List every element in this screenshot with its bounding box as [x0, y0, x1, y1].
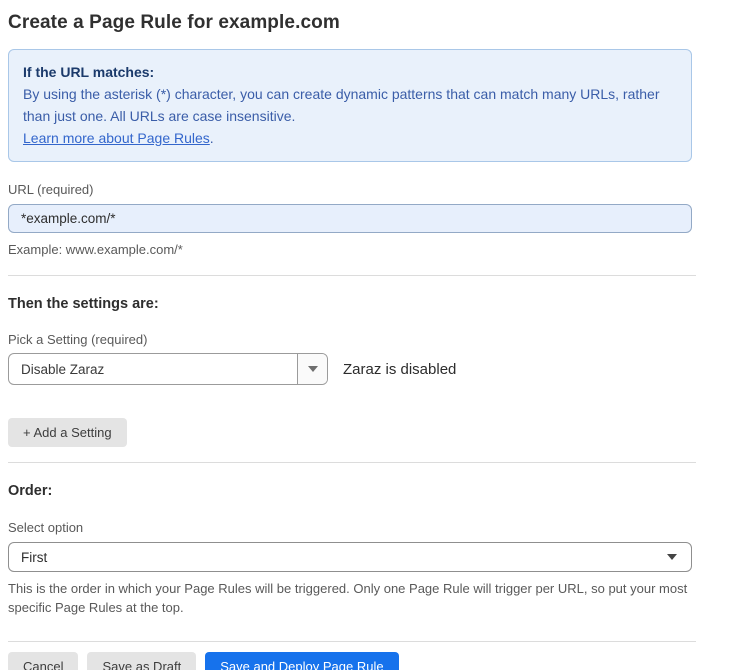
save-and-deploy-button[interactable]: Save and Deploy Page Rule [205, 652, 398, 670]
order-select-value: First [21, 550, 47, 565]
settings-section-heading: Then the settings are: [8, 296, 692, 312]
order-select-label: Select option [8, 520, 692, 535]
info-box-body: By using the asterisk (*) character, you… [23, 83, 673, 127]
setting-select-arrow-button[interactable] [297, 354, 327, 384]
url-input[interactable] [8, 204, 692, 233]
url-match-info-box: If the URL matches: By using the asteris… [8, 49, 692, 162]
setting-select-value: Disable Zaraz [9, 354, 297, 384]
chevron-down-icon [308, 366, 318, 372]
info-box-heading: If the URL matches: [23, 61, 677, 83]
divider [8, 275, 696, 276]
setting-select-dropdown[interactable]: Disable Zaraz [8, 353, 328, 385]
order-helper-text: This is the order in which your Page Rul… [8, 579, 692, 617]
order-section-heading: Order: [8, 483, 692, 499]
setting-row: Disable Zaraz Zaraz is disabled [8, 353, 692, 385]
cancel-button[interactable]: Cancel [8, 652, 78, 670]
url-field-label: URL (required) [8, 182, 692, 197]
pick-setting-label: Pick a Setting (required) [8, 332, 692, 347]
action-button-row: Cancel Save as Draft Save and Deploy Pag… [8, 652, 692, 670]
divider [8, 462, 696, 463]
page-rule-form-page: Create a Page Rule for example.com If th… [0, 0, 750, 670]
chevron-down-icon [667, 554, 677, 560]
save-as-draft-button[interactable]: Save as Draft [87, 652, 196, 670]
form-container: Create a Page Rule for example.com If th… [0, 0, 692, 670]
page-title: Create a Page Rule for example.com [8, 12, 692, 34]
info-box-link-line: Learn more about Page Rules. [23, 127, 677, 149]
order-select-dropdown[interactable]: First [8, 542, 692, 572]
setting-status-text: Zaraz is disabled [343, 361, 456, 378]
url-example-helper: Example: www.example.com/* [8, 240, 692, 259]
link-period: . [210, 130, 214, 146]
learn-more-link[interactable]: Learn more about Page Rules [23, 130, 210, 146]
divider [8, 641, 696, 642]
add-setting-button[interactable]: + Add a Setting [8, 418, 127, 447]
